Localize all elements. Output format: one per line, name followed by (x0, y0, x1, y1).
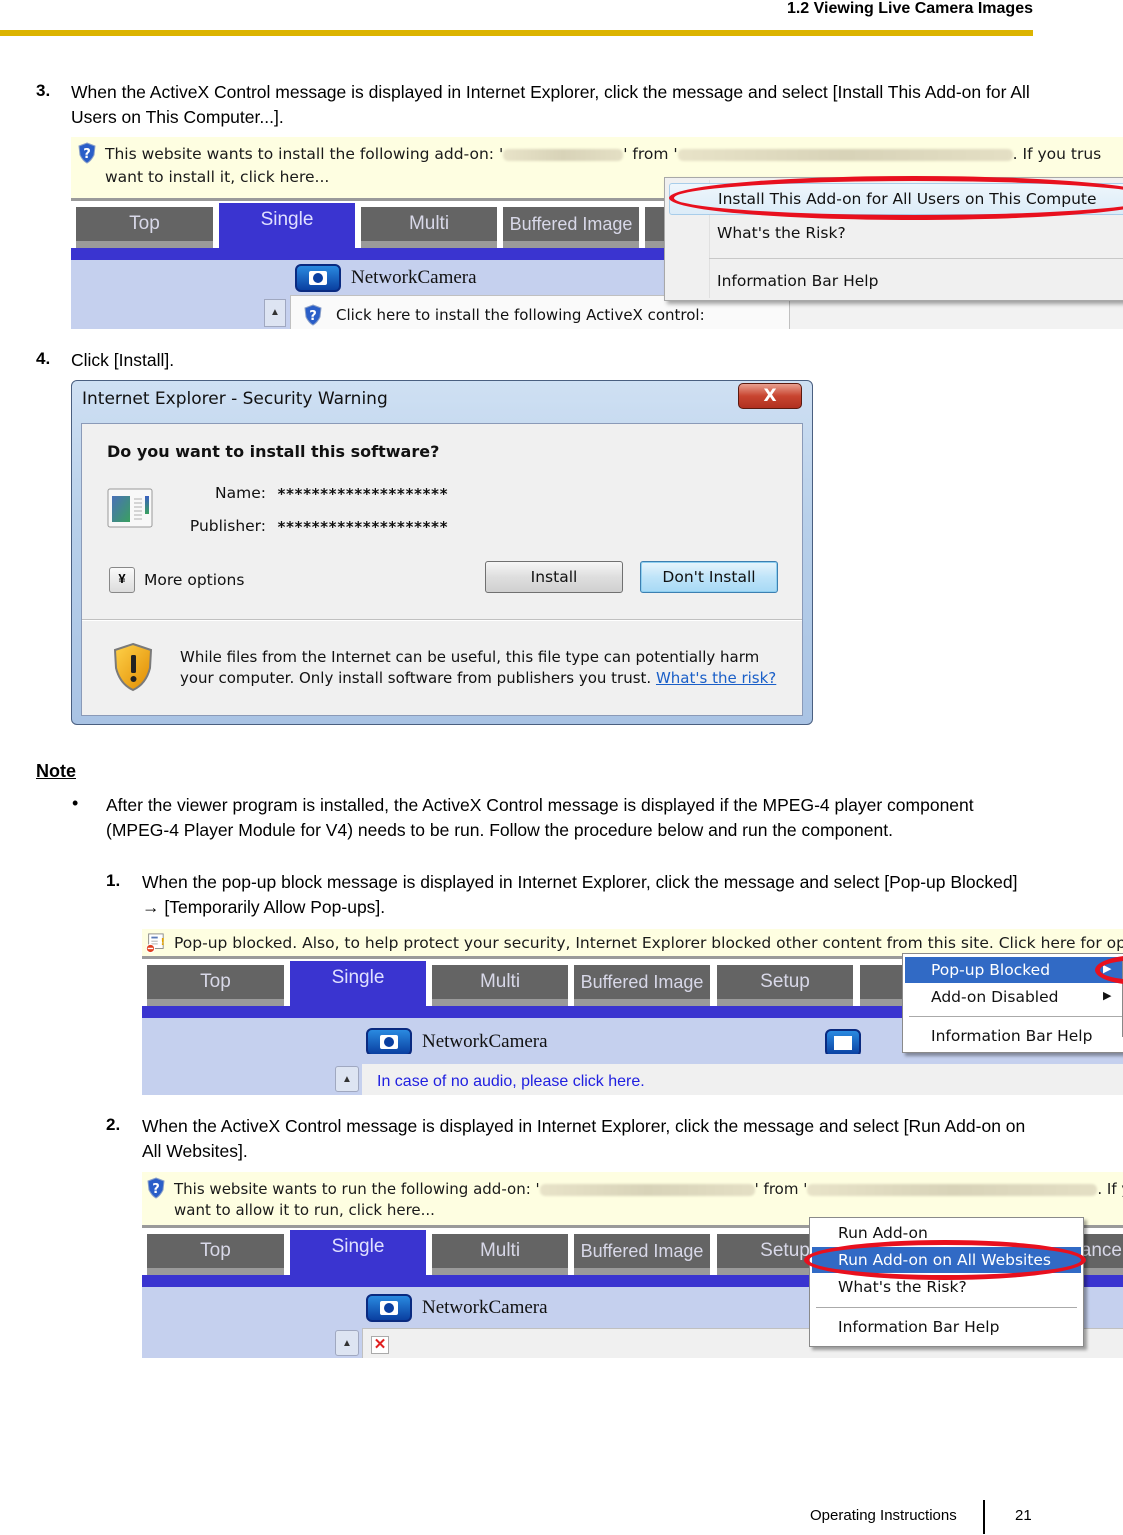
publisher-label: Publisher: (189, 517, 266, 535)
tab-multi[interactable]: Multi (432, 1234, 568, 1275)
svg-text:?: ? (83, 147, 91, 162)
step-text: When the pop-up block message is display… (142, 872, 1018, 917)
step-number: 2. (106, 1115, 121, 1134)
context-menu: Pop-up Blocked ▶ Add-on Disabled ▶ Infor… (902, 953, 1123, 1053)
menu-separator (816, 1307, 1077, 1308)
svg-text:!: ! (160, 937, 165, 948)
infobar-text: This website wants to run the following … (174, 1180, 540, 1198)
name-label: Name: (215, 484, 266, 502)
camera-title: NetworkCamera (422, 1297, 548, 1318)
infobar-text: . If you trus (1012, 145, 1102, 163)
menu-item-addon-disabled[interactable]: Add-on Disabled (905, 984, 1123, 1010)
infobar-text: ' from ' (623, 145, 678, 163)
expand-icon (834, 1036, 852, 1050)
step-text: When the ActiveX Control message is disp… (142, 1116, 1026, 1161)
shield-question-icon: ? (304, 304, 322, 326)
step-number: 4. (36, 349, 51, 368)
shield-question-icon: ? (147, 1177, 165, 1199)
page-number: 21 (1015, 1507, 1032, 1524)
tab-single[interactable]: Single (219, 203, 355, 248)
step-text: Click [Install]. (71, 350, 175, 370)
infobar-text: . If yo (1097, 1180, 1123, 1198)
camera-logo: NetworkCamera (366, 1028, 548, 1056)
camera-title: NetworkCamera (422, 1031, 548, 1052)
infobar-text: This website wants to install the follow… (105, 145, 504, 163)
context-menu: Run Add-on Run Add-on on All Websites Wh… (809, 1217, 1084, 1347)
redacted-addon-name (503, 148, 624, 161)
screenshot-install-addon: ? This website wants to install the foll… (71, 137, 1123, 329)
tab-single[interactable]: Single (290, 1230, 426, 1275)
more-options-toggle[interactable]: ¥ (109, 567, 135, 593)
redacted-addon-name (539, 1183, 755, 1196)
scroll-up-button[interactable]: ▲ (264, 299, 286, 327)
tab-setup[interactable]: Setup (717, 965, 853, 1006)
menu-item-popup-blocked[interactable]: Pop-up Blocked (905, 957, 1123, 983)
tab-top[interactable]: Top (147, 1234, 284, 1275)
menu-item-information-bar-help[interactable]: Information Bar Help (812, 1314, 1081, 1340)
menu-item-information-bar-help[interactable]: Information Bar Help (665, 266, 1123, 296)
step-number: 1. (106, 871, 121, 890)
publisher-value: ******************** (277, 518, 448, 536)
section-title: 1.2 Viewing Live Camera Images (786, 0, 1033, 17)
footer-document-title: Operating Instructions (810, 1507, 957, 1524)
infobar-text: ' from ' (754, 1180, 808, 1198)
redacted-publisher (677, 148, 1013, 161)
camera-title: NetworkCamera (351, 267, 477, 288)
infobar-text: Pop-up blocked. Also, to help protect yo… (174, 934, 1123, 952)
camera-logo: NetworkCamera (366, 1294, 548, 1322)
scroll-up-button[interactable]: ▲ (335, 1330, 359, 1356)
broken-plugin-icon: ✕ (371, 1336, 389, 1354)
security-warning-dialog: Internet Explorer - Security Warning X D… (71, 380, 813, 725)
popup-blocked-icon: ! (145, 933, 165, 953)
camera-icon (366, 1028, 412, 1056)
dialog-body: Do you want to install this software? Na… (81, 423, 803, 716)
warning-shield-icon (113, 642, 153, 692)
whats-the-risk-link[interactable]: What's the risk? (656, 669, 776, 687)
screenshot-run-addon: ? This website wants to run the followin… (142, 1172, 1123, 1358)
close-button[interactable]: X (738, 383, 802, 409)
footer-divider (983, 1500, 985, 1534)
header-rule (0, 30, 1033, 36)
svg-text:?: ? (152, 1182, 160, 1197)
tab-single[interactable]: Single (290, 961, 426, 1006)
dialog-question: Do you want to install this software? (107, 442, 440, 461)
note-title: Note (36, 761, 76, 781)
svg-text:?: ? (309, 309, 317, 324)
submenu-arrow-icon: ▶ (1103, 989, 1112, 1002)
shield-question-icon: ? (78, 142, 96, 164)
menu-separator (709, 258, 1123, 259)
scroll-up-button[interactable]: ▲ (335, 1066, 359, 1092)
note-text: After the viewer program is installed, t… (106, 795, 974, 840)
tab-top[interactable]: Top (147, 965, 284, 1006)
warning-text: While files from the Internet can be use… (180, 647, 790, 689)
menu-item-whats-the-risk[interactable]: What's the Risk? (665, 218, 1123, 248)
dialog-separator (82, 619, 802, 621)
screenshot-popup-blocked: ! Pop-up blocked. Also, to help protect … (142, 929, 1123, 1095)
name-value: ******************** (277, 485, 448, 503)
tab-multi[interactable]: Multi (432, 965, 568, 1006)
camera-icon (295, 264, 341, 292)
tab-multi[interactable]: Multi (361, 207, 497, 248)
highlight-ellipse (804, 1240, 1086, 1280)
tab-buffered-image[interactable]: Buffered Image (503, 207, 639, 248)
fullscreen-button[interactable] (825, 1029, 861, 1057)
content-area: In case of no audio, please click here. (362, 1064, 1123, 1095)
tab-top[interactable]: Top (76, 207, 213, 248)
install-button[interactable]: Install (485, 561, 623, 593)
more-options-label[interactable]: More options (144, 571, 244, 589)
tab-buffered-image[interactable]: Buffered Image (574, 1234, 710, 1275)
bullet: • (72, 793, 79, 813)
menu-separator (909, 1016, 1123, 1017)
dont-install-button[interactable]: Don't Install (640, 561, 778, 593)
redacted-publisher (807, 1183, 1098, 1196)
step-number: 3. (36, 81, 51, 100)
dialog-title: Internet Explorer - Security Warning (82, 389, 388, 409)
menu-item-information-bar-help[interactable]: Information Bar Help (905, 1023, 1123, 1049)
audio-help-link[interactable]: In case of no audio, please click here. (377, 1073, 645, 1091)
step-text: When the ActiveX Control message is disp… (71, 82, 1030, 127)
tab-buffered-image[interactable]: Buffered Image (574, 965, 710, 1006)
camera-logo: NetworkCamera (295, 264, 477, 292)
camera-icon (366, 1294, 412, 1322)
activex-prompt-text: Click here to install the following Acti… (336, 306, 705, 324)
